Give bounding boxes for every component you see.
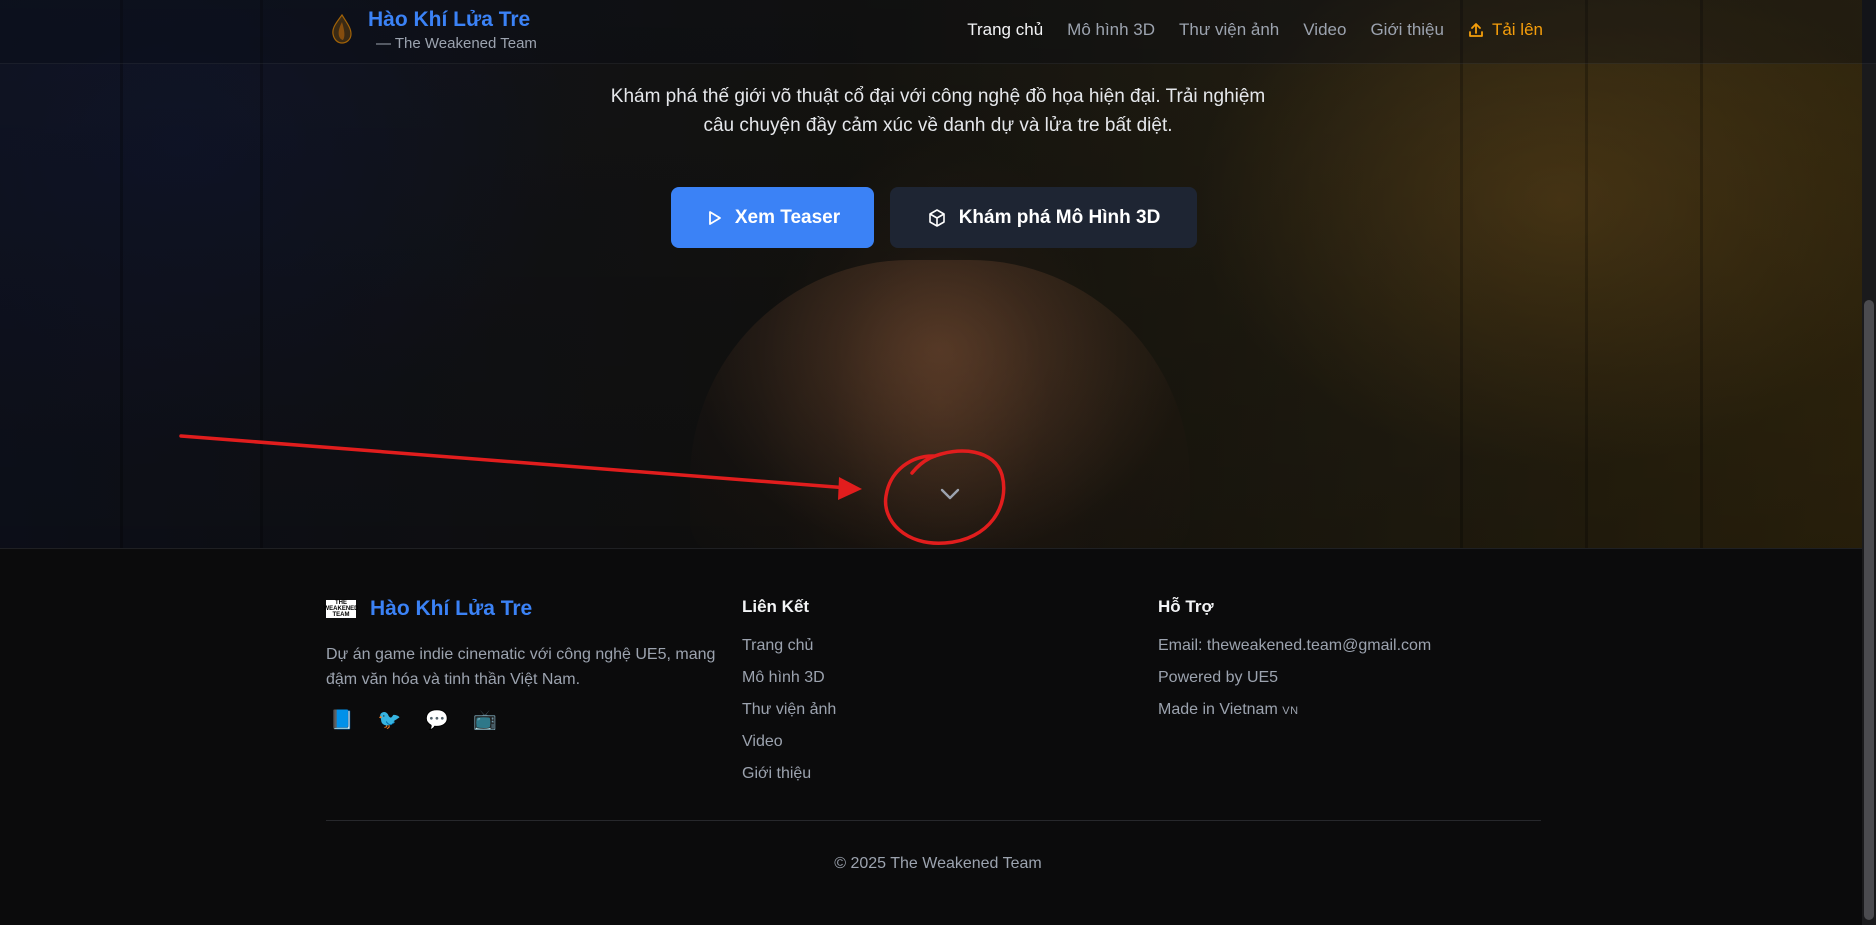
footer-support-column: Hỗ Trợ Email: theweakened.team@gmail.com… [1158, 597, 1431, 732]
footer-brand-column: THE WEAKENED TEAM Hào Khí Lửa Tre Dự án ga… [323, 597, 726, 731]
twitter-icon[interactable]: 🐦 [378, 708, 402, 731]
chat-icon[interactable]: 💬 [425, 708, 449, 731]
copyright: © 2025 The Weakened Team [834, 855, 1042, 872]
scroll-down-button[interactable] [930, 479, 970, 509]
footer-link-gallery[interactable]: Thư viện ảnh [742, 700, 836, 732]
bamboo-stalk [1700, 0, 1703, 548]
social-links: 📘 🐦 💬 📺 [330, 708, 726, 731]
nav-link-about[interactable]: Giới thiệu [1370, 20, 1444, 40]
brand-title[interactable]: Hào Khí Lửa Tre [368, 8, 537, 32]
nav-link-home[interactable]: Trang chủ [967, 20, 1043, 40]
footer-links-heading: Liên Kết [742, 597, 810, 616]
play-icon [708, 210, 721, 225]
footer-link-about[interactable]: Giới thiệu [742, 764, 836, 796]
upload-icon [1469, 23, 1483, 37]
powered-by: Powered by UE5 [1158, 669, 1279, 686]
footer-support-heading: Hỗ Trợ [1158, 597, 1214, 616]
footer-link-video[interactable]: Video [742, 732, 836, 764]
upload-link[interactable]: Tải lên [1468, 20, 1543, 40]
footer-divider [326, 820, 1541, 821]
watch-teaser-button[interactable]: Xem Teaser [671, 187, 874, 248]
bamboo-stalk [1460, 0, 1463, 548]
support-email[interactable]: Email: theweakened.team@gmail.com [1158, 636, 1431, 668]
nav-link-video[interactable]: Video [1303, 20, 1346, 40]
bamboo-stalk [260, 0, 263, 548]
brand-subtitle: — The Weakened Team [376, 35, 537, 52]
chevron-down-icon [940, 488, 960, 500]
nav-link-3d-model[interactable]: Mô hình 3D [1067, 20, 1155, 40]
footer-link-home[interactable]: Trang chủ [742, 636, 836, 668]
facebook-icon[interactable]: 📘 [330, 708, 354, 731]
footer: THE WEAKENED TEAM Hào Khí Lửa Tre Dự án ga… [0, 548, 1876, 925]
made-in-label: Made in Vietnam [1158, 701, 1278, 718]
bamboo-stalk [1585, 0, 1588, 548]
team-logo: THE WEAKENED TEAM [323, 600, 359, 618]
footer-link-3d-model[interactable]: Mô hình 3D [742, 668, 836, 700]
cube-icon [928, 208, 945, 227]
vn-flag-badge: VN [1282, 705, 1299, 717]
footer-brand-title: Hào Khí Lửa Tre [370, 597, 533, 620]
brand[interactable]: Hào Khí Lửa Tre — The Weakened Team [330, 8, 537, 52]
scrollbar-thumb[interactable] [1864, 300, 1874, 920]
top-navbar: Hào Khí Lửa Tre — The Weakened Team Tran… [0, 0, 1876, 64]
nav-links: Trang chủ Mô hình 3D Thư viện ảnh Video … [967, 20, 1543, 40]
footer-description: Dự án game indie cinematic với công nghệ… [326, 646, 716, 688]
explore-3d-button[interactable]: Khám phá Mô Hình 3D [890, 187, 1197, 248]
footer-links-column: Liên Kết Trang chủ Mô hình 3D Thư viện ả… [742, 597, 836, 796]
hero-description: Khám phá thế giới võ thuật cổ đại với cô… [610, 86, 1266, 136]
made-in: Made in Vietnam VN [1158, 700, 1431, 732]
bamboo-stalk [120, 0, 123, 548]
nav-link-gallery[interactable]: Thư viện ảnh [1179, 20, 1279, 40]
page-scrollbar[interactable] [1862, 0, 1876, 925]
watch-teaser-label: Xem Teaser [734, 206, 841, 228]
explore-3d-label: Khám phá Mô Hình 3D [958, 206, 1161, 228]
youtube-icon[interactable]: 📺 [473, 708, 497, 731]
upload-label: Tải lên [1491, 20, 1543, 39]
flame-leaf-icon [332, 14, 352, 44]
